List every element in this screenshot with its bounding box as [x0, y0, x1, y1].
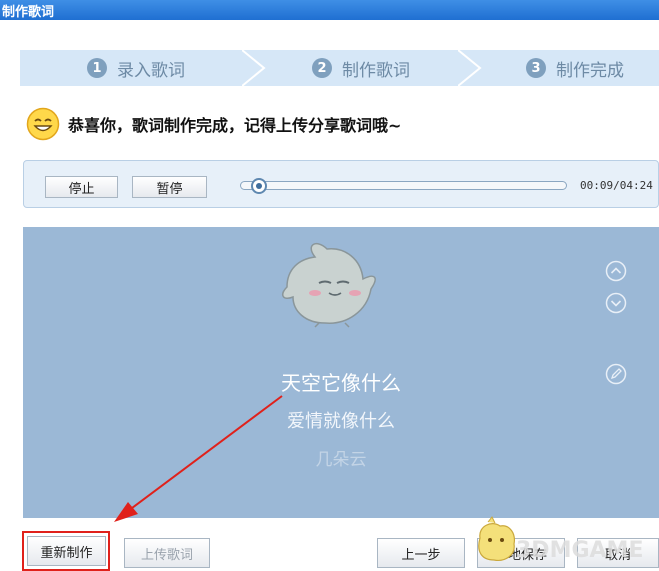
progress-track[interactable] — [240, 181, 567, 190]
step-number: 2 — [312, 58, 332, 78]
scroll-down-icon[interactable] — [605, 292, 627, 314]
step-make-lyrics: 2 制作歌词 — [312, 50, 410, 86]
step-divider-2 — [458, 50, 482, 86]
step-divider-1 — [242, 50, 266, 86]
progress-thumb[interactable] — [250, 178, 267, 194]
smiley-icon — [26, 107, 60, 141]
annotation-arrow-icon — [114, 395, 283, 522]
watermark-mascot-icon — [478, 516, 515, 561]
completion-message: 恭喜你，歌词制作完成，记得上传分享歌词哦~ — [26, 106, 401, 142]
mascot-icon — [282, 242, 376, 328]
step-label: 制作歌词 — [342, 60, 410, 81]
completion-text: 恭喜你，歌词制作完成，记得上传分享歌词哦~ — [68, 116, 402, 135]
scroll-up-icon[interactable] — [605, 260, 627, 282]
watermark-text: 3DMGAME — [516, 538, 644, 563]
edit-pencil-icon[interactable] — [605, 363, 627, 385]
watermark: 3DMGAME — [466, 512, 659, 565]
annotation-highlight-box — [22, 531, 110, 571]
time-display: 00:09/04:24 — [580, 179, 653, 192]
window-title: 制作歌词 — [2, 5, 55, 20]
upload-lyrics-button[interactable]: 上传歌词 — [124, 538, 210, 568]
title-bar: 制作歌词 — [0, 0, 659, 20]
stop-button[interactable]: 停止 — [45, 176, 118, 198]
previous-step-button[interactable]: 上一步 — [377, 538, 465, 568]
step-label: 制作完成 — [556, 60, 624, 81]
pause-button[interactable]: 暂停 — [132, 176, 207, 198]
step-complete: 3 制作完成 — [526, 50, 624, 86]
step-enter-lyrics: 1 录入歌词 — [87, 50, 185, 86]
step-label: 录入歌词 — [117, 60, 185, 81]
step-number: 3 — [526, 58, 546, 78]
step-number: 1 — [87, 58, 107, 78]
step-bar: 1 录入歌词 2 制作歌词 3 制作完成 — [20, 50, 659, 86]
